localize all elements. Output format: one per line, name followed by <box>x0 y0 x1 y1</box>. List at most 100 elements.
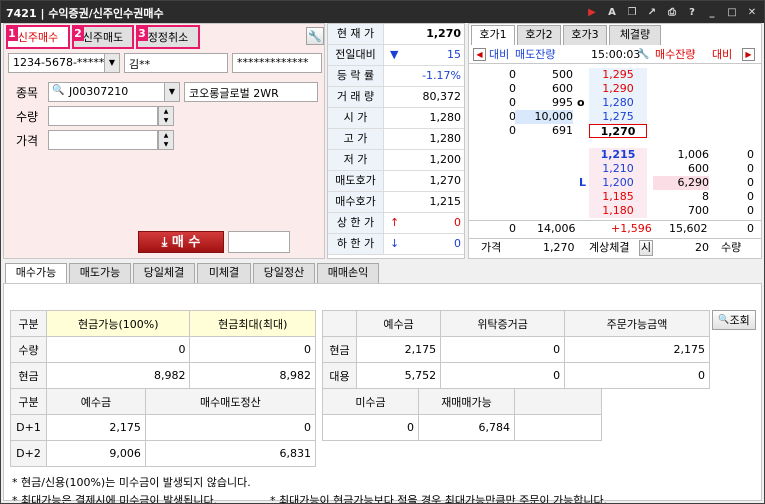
bid-qty: 600 <box>688 162 709 175</box>
bid-chg: 0 <box>747 176 754 189</box>
quote-label: 매수호가 <box>328 192 384 212</box>
magnifier-icon: 🔍 <box>718 315 730 325</box>
tab-badge-1: 1 <box>6 26 18 41</box>
quote-label: 저 가 <box>328 150 384 170</box>
bottom-tab[interactable]: 매매손익 <box>317 263 379 283</box>
tab-hoga3[interactable]: 호가3 <box>563 25 607 45</box>
symbol-dropdown[interactable]: ▼ <box>164 82 180 102</box>
ask-chg-header: 대비 <box>489 48 510 61</box>
qty-input[interactable] <box>48 106 158 126</box>
t3-r1-2: 6,831 <box>144 440 317 467</box>
tab-hoga2[interactable]: 호가2 <box>517 25 561 45</box>
bid-qty: 6,290 <box>653 176 709 190</box>
wrench-icon-2[interactable]: 🔧 <box>637 46 649 63</box>
t3-h0: 구분 <box>10 388 47 415</box>
play-icon[interactable]: ▶ <box>584 4 600 20</box>
ask-qty-header: 매도잔량 <box>515 48 556 61</box>
quote-grid: 현 재 가 1,270 전일대비 15 ▼ 등 락 률 -1.17% 거 래 량 80,372 시… <box>327 23 465 259</box>
qty-stepper[interactable]: ▲ ▼ <box>158 106 174 126</box>
buy-button[interactable]: ⤓ 매 수 <box>138 231 224 253</box>
bottom-tab[interactable]: 매수가능 <box>5 263 67 283</box>
ask-qty: 500 <box>552 68 573 81</box>
bottom-tab[interactable]: 매도가능 <box>69 263 131 283</box>
copy-icon[interactable]: ❐ <box>624 4 640 20</box>
price-stepper[interactable]: ▲ ▼ <box>158 130 174 150</box>
minimize-icon[interactable]: _ <box>704 4 720 20</box>
print-icon[interactable]: ⎙ <box>664 4 680 20</box>
window-title: 수익증권/신주인수권매수 <box>48 7 164 20</box>
tab-hoga1[interactable]: 호가1 <box>471 25 515 45</box>
tab-volume[interactable]: 체결량 <box>609 25 661 45</box>
trend-arrow-icon: ▼ <box>390 48 399 61</box>
symbol-code-input[interactable]: J00307210 <box>48 82 180 102</box>
quote-value: 1,270 <box>426 27 461 40</box>
quote-row: 전일대비 15 ▼ <box>328 45 464 66</box>
hoga-total: 0 14,006 +1,596 15,602 0 <box>469 220 761 236</box>
quote-value: 1,200 <box>429 153 462 166</box>
cash-table: 구분 현금가능(100%) 현금최대(최대) 수량 0 0 현금 8,982 8,982 <box>10 310 316 389</box>
ask-qty: 995 <box>552 96 573 109</box>
t2-r1-0: 대용 <box>322 362 357 389</box>
qty-label: 수량 <box>16 110 39 124</box>
symbol-name: 코오롱글로벌 2WR <box>184 82 318 102</box>
prev-icon[interactable]: ◀ <box>473 48 486 61</box>
quote-row: 현 재 가 1,270 <box>328 24 464 45</box>
bid-chg: 0 <box>747 162 754 175</box>
footer-qty-label: 수량 <box>721 241 742 254</box>
maximize-icon[interactable]: □ <box>724 4 740 20</box>
quote-label: 매도호가 <box>328 171 384 191</box>
bid-qty: 8 <box>702 190 709 203</box>
ask-mark: o <box>577 96 585 109</box>
bottom-tab[interactable]: 당일체결 <box>133 263 195 283</box>
t2-h3: 주문가능금액 <box>564 310 710 337</box>
bottom-tab[interactable]: 당일정산 <box>253 263 315 283</box>
settings-button[interactable]: 🔧 <box>306 27 324 45</box>
bid-qty: 700 <box>688 204 709 217</box>
help-icon[interactable]: ? <box>684 4 700 20</box>
total-ask-qty: 14,006 <box>537 222 576 235</box>
bid-chg: 0 <box>747 148 754 161</box>
t2-r0-2: 0 <box>440 336 566 363</box>
t1-r0-0: 수량 <box>10 336 47 363</box>
account-dropdown[interactable]: ▼ <box>104 53 120 73</box>
order-extra-input[interactable] <box>228 231 290 253</box>
order-panel: 신주매수 신주매도 정정취소 1 2 3 🔧 1234-5678-***** ▼… <box>3 23 325 259</box>
bottom-tab[interactable]: 미체결 <box>197 263 251 283</box>
next-icon[interactable]: ▶ <box>742 48 755 61</box>
quote-row: 매수호가 1,215 <box>328 192 464 213</box>
note-1: * 현금/신용(100%)는 미수금이 발생되지 않습니다. <box>12 476 251 489</box>
t1-h2: 현금최대(최대) <box>189 310 316 337</box>
hoga-footer: 가격 1,270 계상체결 시 20 수량 <box>469 238 761 256</box>
ask-qty: 691 <box>552 124 573 137</box>
t3-h2: 매수매도정산 <box>144 388 317 415</box>
footer-qty: 20 <box>695 241 709 254</box>
ask-price: 1,275 <box>589 110 647 124</box>
hoga-time: 15:00:03 <box>591 48 641 61</box>
lookup-button[interactable]: 🔍 조회 <box>712 310 756 330</box>
font-icon[interactable]: A <box>604 4 620 20</box>
screen-code: 7421 <box>6 7 37 20</box>
t4-r1: 6,784 <box>418 414 515 441</box>
ask-qty: 600 <box>552 82 573 95</box>
t3-r1-0: D+2 <box>10 440 47 467</box>
t1-r1-1: 8,982 <box>45 362 191 389</box>
quote-value: 1,280 <box>429 132 462 145</box>
password-input[interactable]: ************* <box>232 53 322 73</box>
tab-badge-3: 3 <box>136 26 148 41</box>
close-icon[interactable]: ✕ <box>744 4 760 20</box>
calc-button[interactable]: 시 <box>639 240 653 256</box>
t4-h1: 재매매가능 <box>418 388 515 415</box>
bid-chg-header: 대비 <box>712 48 733 61</box>
total-bid-qty: 15,602 <box>669 222 708 235</box>
search-icon[interactable]: 🔍 <box>52 85 64 96</box>
link-icon[interactable]: ↗ <box>644 4 660 20</box>
t2-r1-1: 5,752 <box>355 362 442 389</box>
bottom-panel: 구분 현금가능(100%) 현금최대(최대) 수량 0 0 현금 8,982 8,982 예… <box>3 283 762 503</box>
quote-label: 거 래 량 <box>328 87 384 107</box>
ask-price: 1,295 <box>589 68 647 82</box>
download-icon: ⤓ <box>161 235 168 250</box>
title-icons: ▶ A ❐ ↗ ⎙ ? _ □ ✕ <box>584 4 760 20</box>
price-input[interactable] <box>48 130 158 150</box>
quote-row: 저 가 1,200 <box>328 150 464 171</box>
t1-r0-2: 0 <box>189 336 316 363</box>
